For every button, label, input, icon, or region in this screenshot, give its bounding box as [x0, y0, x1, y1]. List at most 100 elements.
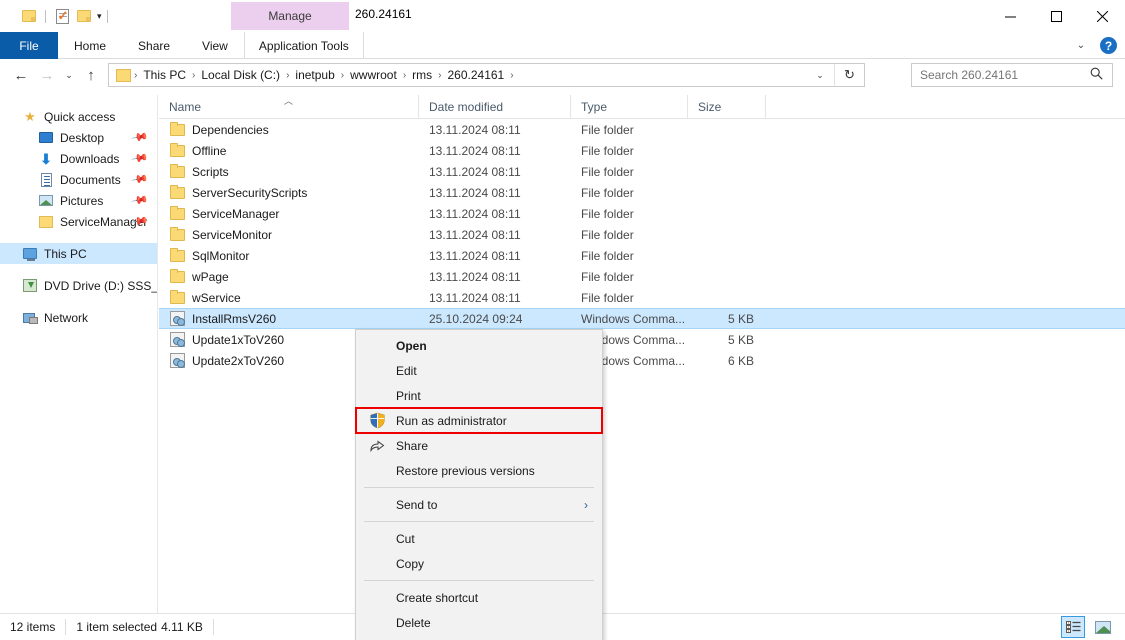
file-type: File folder	[581, 269, 634, 284]
file-name: Update2xToV260	[192, 353, 285, 368]
context-menu-item-send-to[interactable]: Send to ›	[356, 492, 602, 517]
context-menu-item-print[interactable]: Print	[356, 383, 602, 408]
table-row[interactable]: Update2xToV260 25.10.2024 09:24 Windows …	[159, 350, 1125, 371]
picture-icon	[38, 193, 54, 209]
table-row[interactable]: Offline 13.11.2024 08:11 File folder	[159, 140, 1125, 161]
sidebar-item-dvd-drive[interactable]: DVD Drive (D:) SSS_X6	[0, 275, 157, 296]
status-selection: 1 item selected	[76, 620, 158, 634]
sidebar-item-network[interactable]: Network	[0, 307, 157, 328]
pin-icon[interactable]: 📌	[131, 128, 150, 147]
chevron-down-icon[interactable]: ▾	[97, 11, 102, 22]
table-row[interactable]: Update1xToV260 25.10.2024 09:24 Windows …	[159, 329, 1125, 350]
file-name: Dependencies	[192, 122, 269, 137]
sidebar-item-servicemanager[interactable]: ServiceManager 📌	[0, 211, 157, 232]
pin-icon[interactable]: 📌	[131, 191, 150, 210]
recent-locations-icon[interactable]: ⌄	[60, 63, 78, 87]
folder-icon	[169, 163, 185, 180]
sidebar-item-documents[interactable]: Documents 📌	[0, 169, 157, 190]
breadcrumb-item-wwwroot[interactable]: wwwroot	[345, 68, 402, 82]
minimize-button[interactable]	[987, 0, 1033, 32]
context-menu-item-share[interactable]: Share	[356, 433, 602, 458]
file-type: File folder	[581, 290, 634, 305]
table-row-selected[interactable]: InstallRmsV260 25.10.2024 09:24 Windows …	[159, 308, 1125, 329]
sidebar-item-quick-access[interactable]: ★ Quick access	[0, 106, 157, 127]
sidebar-item-pictures[interactable]: Pictures 📌	[0, 190, 157, 211]
column-header-size[interactable]: Size	[688, 95, 766, 119]
pin-icon[interactable]: 📌	[131, 170, 150, 189]
folder-icon	[169, 226, 185, 243]
contextual-tab-manage[interactable]: Manage	[231, 2, 349, 30]
file-date: 13.11.2024 08:11	[429, 227, 521, 242]
column-header-type[interactable]: Type	[571, 95, 688, 119]
context-menu-item-edit[interactable]: Edit	[356, 358, 602, 383]
close-button[interactable]	[1079, 0, 1125, 32]
folder-icon-2[interactable]	[73, 6, 95, 26]
search-box[interactable]: Search 260.24161	[911, 63, 1113, 87]
table-row[interactable]: ServiceManager 13.11.2024 08:11 File fol…	[159, 203, 1125, 224]
breadcrumb-item-this-pc[interactable]: This PC	[138, 68, 191, 82]
file-type: Windows Comma...	[581, 311, 686, 326]
context-menu-item-label: Restore previous versions	[396, 463, 535, 478]
folder-icon	[116, 68, 131, 82]
context-menu-item-copy[interactable]: Copy	[356, 551, 602, 576]
table-row[interactable]: SqlMonitor 13.11.2024 08:11 File folder	[159, 245, 1125, 266]
column-header-date-modified[interactable]: Date modified	[419, 95, 571, 119]
folder-icon[interactable]	[18, 6, 40, 26]
table-row[interactable]: ServiceMonitor 13.11.2024 08:11 File fol…	[159, 224, 1125, 245]
file-rows: Dependencies 13.11.2024 08:11 File folde…	[159, 119, 1125, 371]
address-path-field[interactable]: › This PC › Local Disk (C:) › inetpub › …	[108, 63, 865, 87]
file-explorer-window: ▾ Manage 260.24161 File Home	[0, 0, 1125, 640]
table-row[interactable]: wPage 13.11.2024 08:11 File folder	[159, 266, 1125, 287]
context-menu: Open Edit Print Run as administrator Sha…	[355, 329, 603, 640]
back-button[interactable]: ←	[8, 63, 34, 87]
context-menu-item-run-as-administrator[interactable]: Run as administrator	[355, 407, 603, 434]
column-header-name[interactable]: ︿ Name	[159, 95, 419, 119]
folder-icon	[169, 247, 185, 264]
sidebar-item-this-pc[interactable]: This PC	[0, 243, 157, 264]
breadcrumb-item-local-disk[interactable]: Local Disk (C:)	[196, 68, 285, 82]
column-header-label: Size	[698, 100, 722, 114]
context-menu-item-restore-previous-versions[interactable]: Restore previous versions	[356, 458, 602, 483]
document-check-icon[interactable]	[51, 6, 73, 26]
up-button[interactable]: ↑	[78, 63, 104, 87]
file-date: 13.11.2024 08:11	[429, 206, 521, 221]
file-type: File folder	[581, 122, 634, 137]
folder-icon	[169, 184, 185, 201]
forward-button[interactable]: →	[34, 63, 60, 87]
context-menu-item-delete[interactable]: Delete	[356, 610, 602, 635]
table-row[interactable]: ServerSecurityScripts 13.11.2024 08:11 F…	[159, 182, 1125, 203]
context-menu-item-open[interactable]: Open	[356, 333, 602, 358]
address-dropdown-icon[interactable]: ⌄	[807, 64, 833, 86]
maximize-button[interactable]	[1033, 0, 1079, 32]
breadcrumb-item-current[interactable]: 260.24161	[443, 68, 510, 82]
details-view-button[interactable]	[1061, 616, 1085, 638]
breadcrumb-item-rms[interactable]: rms	[407, 68, 437, 82]
file-date: 13.11.2024 08:11	[429, 269, 521, 284]
context-menu-item-create-shortcut[interactable]: Create shortcut	[356, 585, 602, 610]
context-menu-item-rename[interactable]: Rename	[356, 635, 602, 640]
table-row[interactable]: Dependencies 13.11.2024 08:11 File folde…	[159, 119, 1125, 140]
pin-icon[interactable]: 📌	[131, 149, 150, 168]
address-bar: ← → ⌄ ↑ › This PC › Local Disk (C:) › in…	[0, 59, 1125, 91]
search-input[interactable]: Search 260.24161	[920, 68, 1090, 82]
context-menu-item-cut[interactable]: Cut	[356, 526, 602, 551]
tab-view[interactable]: View	[186, 32, 244, 59]
sidebar-item-label: Pictures	[60, 193, 104, 208]
table-row[interactable]: wService 13.11.2024 08:11 File folder	[159, 287, 1125, 308]
sidebar-item-downloads[interactable]: ⬇ Downloads 📌	[0, 148, 157, 169]
file-type: File folder	[581, 185, 634, 200]
tab-application-tools[interactable]: Application Tools	[245, 32, 363, 59]
sidebar-item-desktop[interactable]: Desktop 📌	[0, 127, 157, 148]
breadcrumb-item-inetpub[interactable]: inetpub	[290, 68, 339, 82]
folder-icon	[169, 289, 185, 306]
tab-share[interactable]: Share	[122, 32, 186, 59]
star-icon: ★	[24, 108, 36, 124]
large-icons-view-button[interactable]	[1091, 616, 1115, 638]
tab-file[interactable]: File	[0, 32, 58, 59]
file-name: ServerSecurityScripts	[192, 185, 308, 200]
help-icon[interactable]: ?	[1100, 37, 1117, 54]
tab-home[interactable]: Home	[58, 32, 122, 59]
refresh-icon[interactable]: ↻	[834, 64, 864, 86]
table-row[interactable]: Scripts 13.11.2024 08:11 File folder	[159, 161, 1125, 182]
chevron-down-icon[interactable]: ⌄	[1072, 40, 1090, 51]
